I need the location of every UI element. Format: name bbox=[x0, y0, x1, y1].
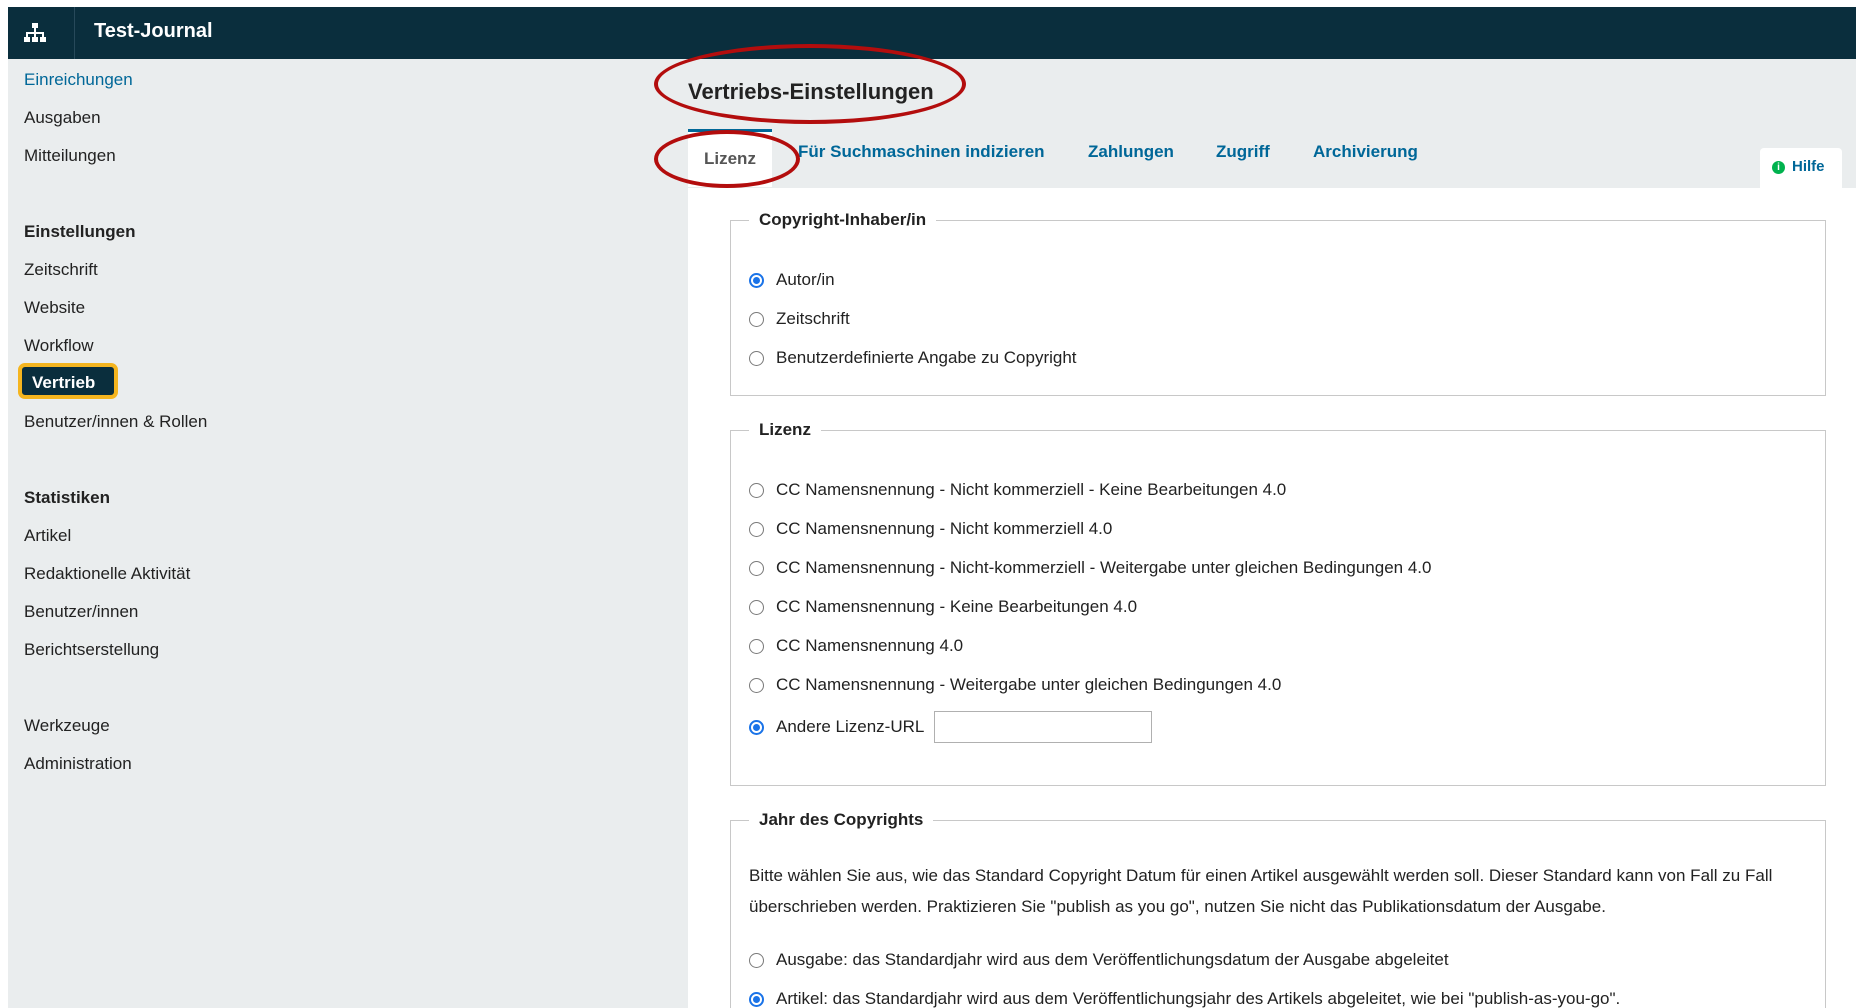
sidebar-item-redaktionelle-aktivitaet[interactable]: Redaktionelle Aktivität bbox=[24, 563, 190, 585]
fieldset-copyright-holder: Copyright-Inhaber/in Autor/in Zeitschrif… bbox=[730, 210, 1826, 396]
license-url-input[interactable] bbox=[934, 711, 1153, 743]
radio-autor[interactable] bbox=[749, 272, 764, 288]
sidebar-item-artikel[interactable]: Artikel bbox=[24, 525, 71, 547]
tab-suchmaschinen[interactable]: Für Suchmaschinen indizieren bbox=[798, 142, 1045, 162]
sidebar-item-einreichungen[interactable]: Einreichungen bbox=[24, 69, 133, 91]
radio-row-license-3[interactable]: CC Namensnennung - Nicht-kommerziell - W… bbox=[749, 556, 1431, 580]
radio-label-autor: Autor/in bbox=[776, 270, 835, 289]
top-bar: Test-Journal bbox=[8, 7, 1856, 59]
sidebar-item-administration[interactable]: Administration bbox=[24, 753, 132, 775]
radio-label-license-5: CC Namensnennung 4.0 bbox=[776, 636, 964, 655]
radio-row-license-4[interactable]: CC Namensnennung - Keine Bearbeitungen 4… bbox=[749, 595, 1137, 619]
page-title-text: Vertriebs-Einstellungen bbox=[688, 79, 934, 104]
radio-year-issue[interactable] bbox=[749, 952, 764, 968]
radio-label-zeitschrift: Zeitschrift bbox=[776, 309, 850, 328]
tab-lizenz-label: Lizenz bbox=[704, 149, 756, 168]
fieldset-copyright-year: Jahr des Copyrights Bitte wählen Sie aus… bbox=[730, 810, 1826, 1008]
radio-label-year-article: Artikel: das Standardjahr wird aus dem V… bbox=[776, 989, 1621, 1008]
sidebar-item-benutzer-rollen[interactable]: Benutzer/innen & Rollen bbox=[24, 411, 207, 433]
sidebar: Einreichungen Ausgaben Mitteilungen Eins… bbox=[8, 59, 688, 1008]
radio-row-zeitschrift[interactable]: Zeitschrift bbox=[749, 307, 850, 331]
radio-label-license-3: CC Namensnennung - Nicht-kommerziell - W… bbox=[776, 558, 1432, 577]
sidebar-item-werkzeuge[interactable]: Werkzeuge bbox=[24, 715, 110, 737]
sidebar-item-zeitschrift[interactable]: Zeitschrift bbox=[24, 259, 98, 281]
radio-license-5[interactable] bbox=[749, 638, 764, 654]
radio-row-license-other[interactable]: Andere Lizenz-URL bbox=[749, 710, 1153, 744]
sidebar-item-vertrieb-label: Vertrieb bbox=[32, 373, 96, 392]
sitemap-icon[interactable] bbox=[22, 20, 48, 46]
sidebar-item-workflow[interactable]: Workflow bbox=[24, 335, 94, 357]
content-panel: Copyright-Inhaber/in Autor/in Zeitschrif… bbox=[688, 188, 1856, 1008]
tab-archivierung[interactable]: Archivierung bbox=[1313, 142, 1418, 162]
radio-label-license-4: CC Namensnennung - Keine Bearbeitungen 4… bbox=[776, 597, 1138, 616]
legend-license: Lizenz bbox=[759, 420, 811, 439]
legend-copyright-holder: Copyright-Inhaber/in bbox=[759, 210, 927, 229]
sidebar-heading-einstellungen: Einstellungen bbox=[24, 222, 136, 241]
journal-title[interactable]: Test-Journal bbox=[94, 20, 213, 43]
help-label: Hilfe bbox=[1792, 158, 1825, 175]
radio-row-year-article[interactable]: Artikel: das Standardjahr wird aus dem V… bbox=[749, 987, 1620, 1008]
radio-label-year-issue: Ausgabe: das Standardjahr wird aus dem V… bbox=[776, 950, 1449, 969]
sidebar-heading-statistiken: Statistiken bbox=[24, 488, 110, 507]
tab-zahlungen[interactable]: Zahlungen bbox=[1088, 142, 1174, 162]
copyright-year-description: Bitte wählen Sie aus, wie das Standard C… bbox=[749, 866, 1773, 916]
radio-license-other[interactable] bbox=[749, 719, 764, 735]
radio-label-license-2: CC Namensnennung - Nicht kommerziell 4.0 bbox=[776, 519, 1113, 538]
info-icon: i bbox=[1772, 161, 1785, 174]
fieldset-license: Lizenz CC Namensnennung - Nicht kommerzi… bbox=[730, 420, 1826, 786]
sidebar-item-website[interactable]: Website bbox=[24, 297, 85, 319]
sidebar-item-vertrieb[interactable]: Vertrieb bbox=[18, 363, 118, 399]
radio-year-article[interactable] bbox=[749, 991, 764, 1007]
sidebar-item-benutzer[interactable]: Benutzer/innen bbox=[24, 601, 138, 623]
radio-license-4[interactable] bbox=[749, 599, 764, 615]
radio-label-license-other: Andere Lizenz-URL bbox=[776, 717, 925, 736]
radio-benutzerdefiniert[interactable] bbox=[749, 350, 764, 366]
radio-label-benutzerdefiniert: Benutzerdefinierte Angabe zu Copyright bbox=[776, 348, 1077, 367]
radio-row-license-2[interactable]: CC Namensnennung - Nicht kommerziell 4.0 bbox=[749, 517, 1112, 541]
radio-row-benutzerdefiniert[interactable]: Benutzerdefinierte Angabe zu Copyright bbox=[749, 346, 1077, 370]
sidebar-item-mitteilungen[interactable]: Mitteilungen bbox=[24, 145, 116, 167]
radio-row-license-1[interactable]: CC Namensnennung - Nicht kommerziell - K… bbox=[749, 478, 1286, 502]
tab-lizenz[interactable]: Lizenz bbox=[688, 129, 772, 187]
tab-zugriff[interactable]: Zugriff bbox=[1216, 142, 1270, 162]
topbar-divider bbox=[74, 7, 75, 59]
app-window: Test-Journal Einreichungen Ausgaben Mitt… bbox=[0, 0, 1856, 1008]
radio-label-license-6: CC Namensnennung - Weitergabe unter glei… bbox=[776, 675, 1282, 694]
radio-row-autor[interactable]: Autor/in bbox=[749, 268, 835, 292]
sidebar-item-berichtserstellung[interactable]: Berichtserstellung bbox=[24, 639, 159, 661]
radio-zeitschrift[interactable] bbox=[749, 311, 764, 327]
radio-label-license-1: CC Namensnennung - Nicht kommerziell - K… bbox=[776, 480, 1287, 499]
legend-copyright-year: Jahr des Copyrights bbox=[759, 810, 924, 829]
help-button[interactable]: i Hilfe bbox=[1760, 148, 1842, 188]
radio-license-1[interactable] bbox=[749, 482, 764, 498]
radio-row-license-6[interactable]: CC Namensnennung - Weitergabe unter glei… bbox=[749, 673, 1281, 697]
sidebar-item-ausgaben[interactable]: Ausgaben bbox=[24, 107, 101, 129]
radio-license-6[interactable] bbox=[749, 677, 764, 693]
radio-license-3[interactable] bbox=[749, 560, 764, 576]
radio-row-license-5[interactable]: CC Namensnennung 4.0 bbox=[749, 634, 963, 658]
radio-license-2[interactable] bbox=[749, 521, 764, 537]
radio-row-year-issue[interactable]: Ausgabe: das Standardjahr wird aus dem V… bbox=[749, 948, 1449, 972]
